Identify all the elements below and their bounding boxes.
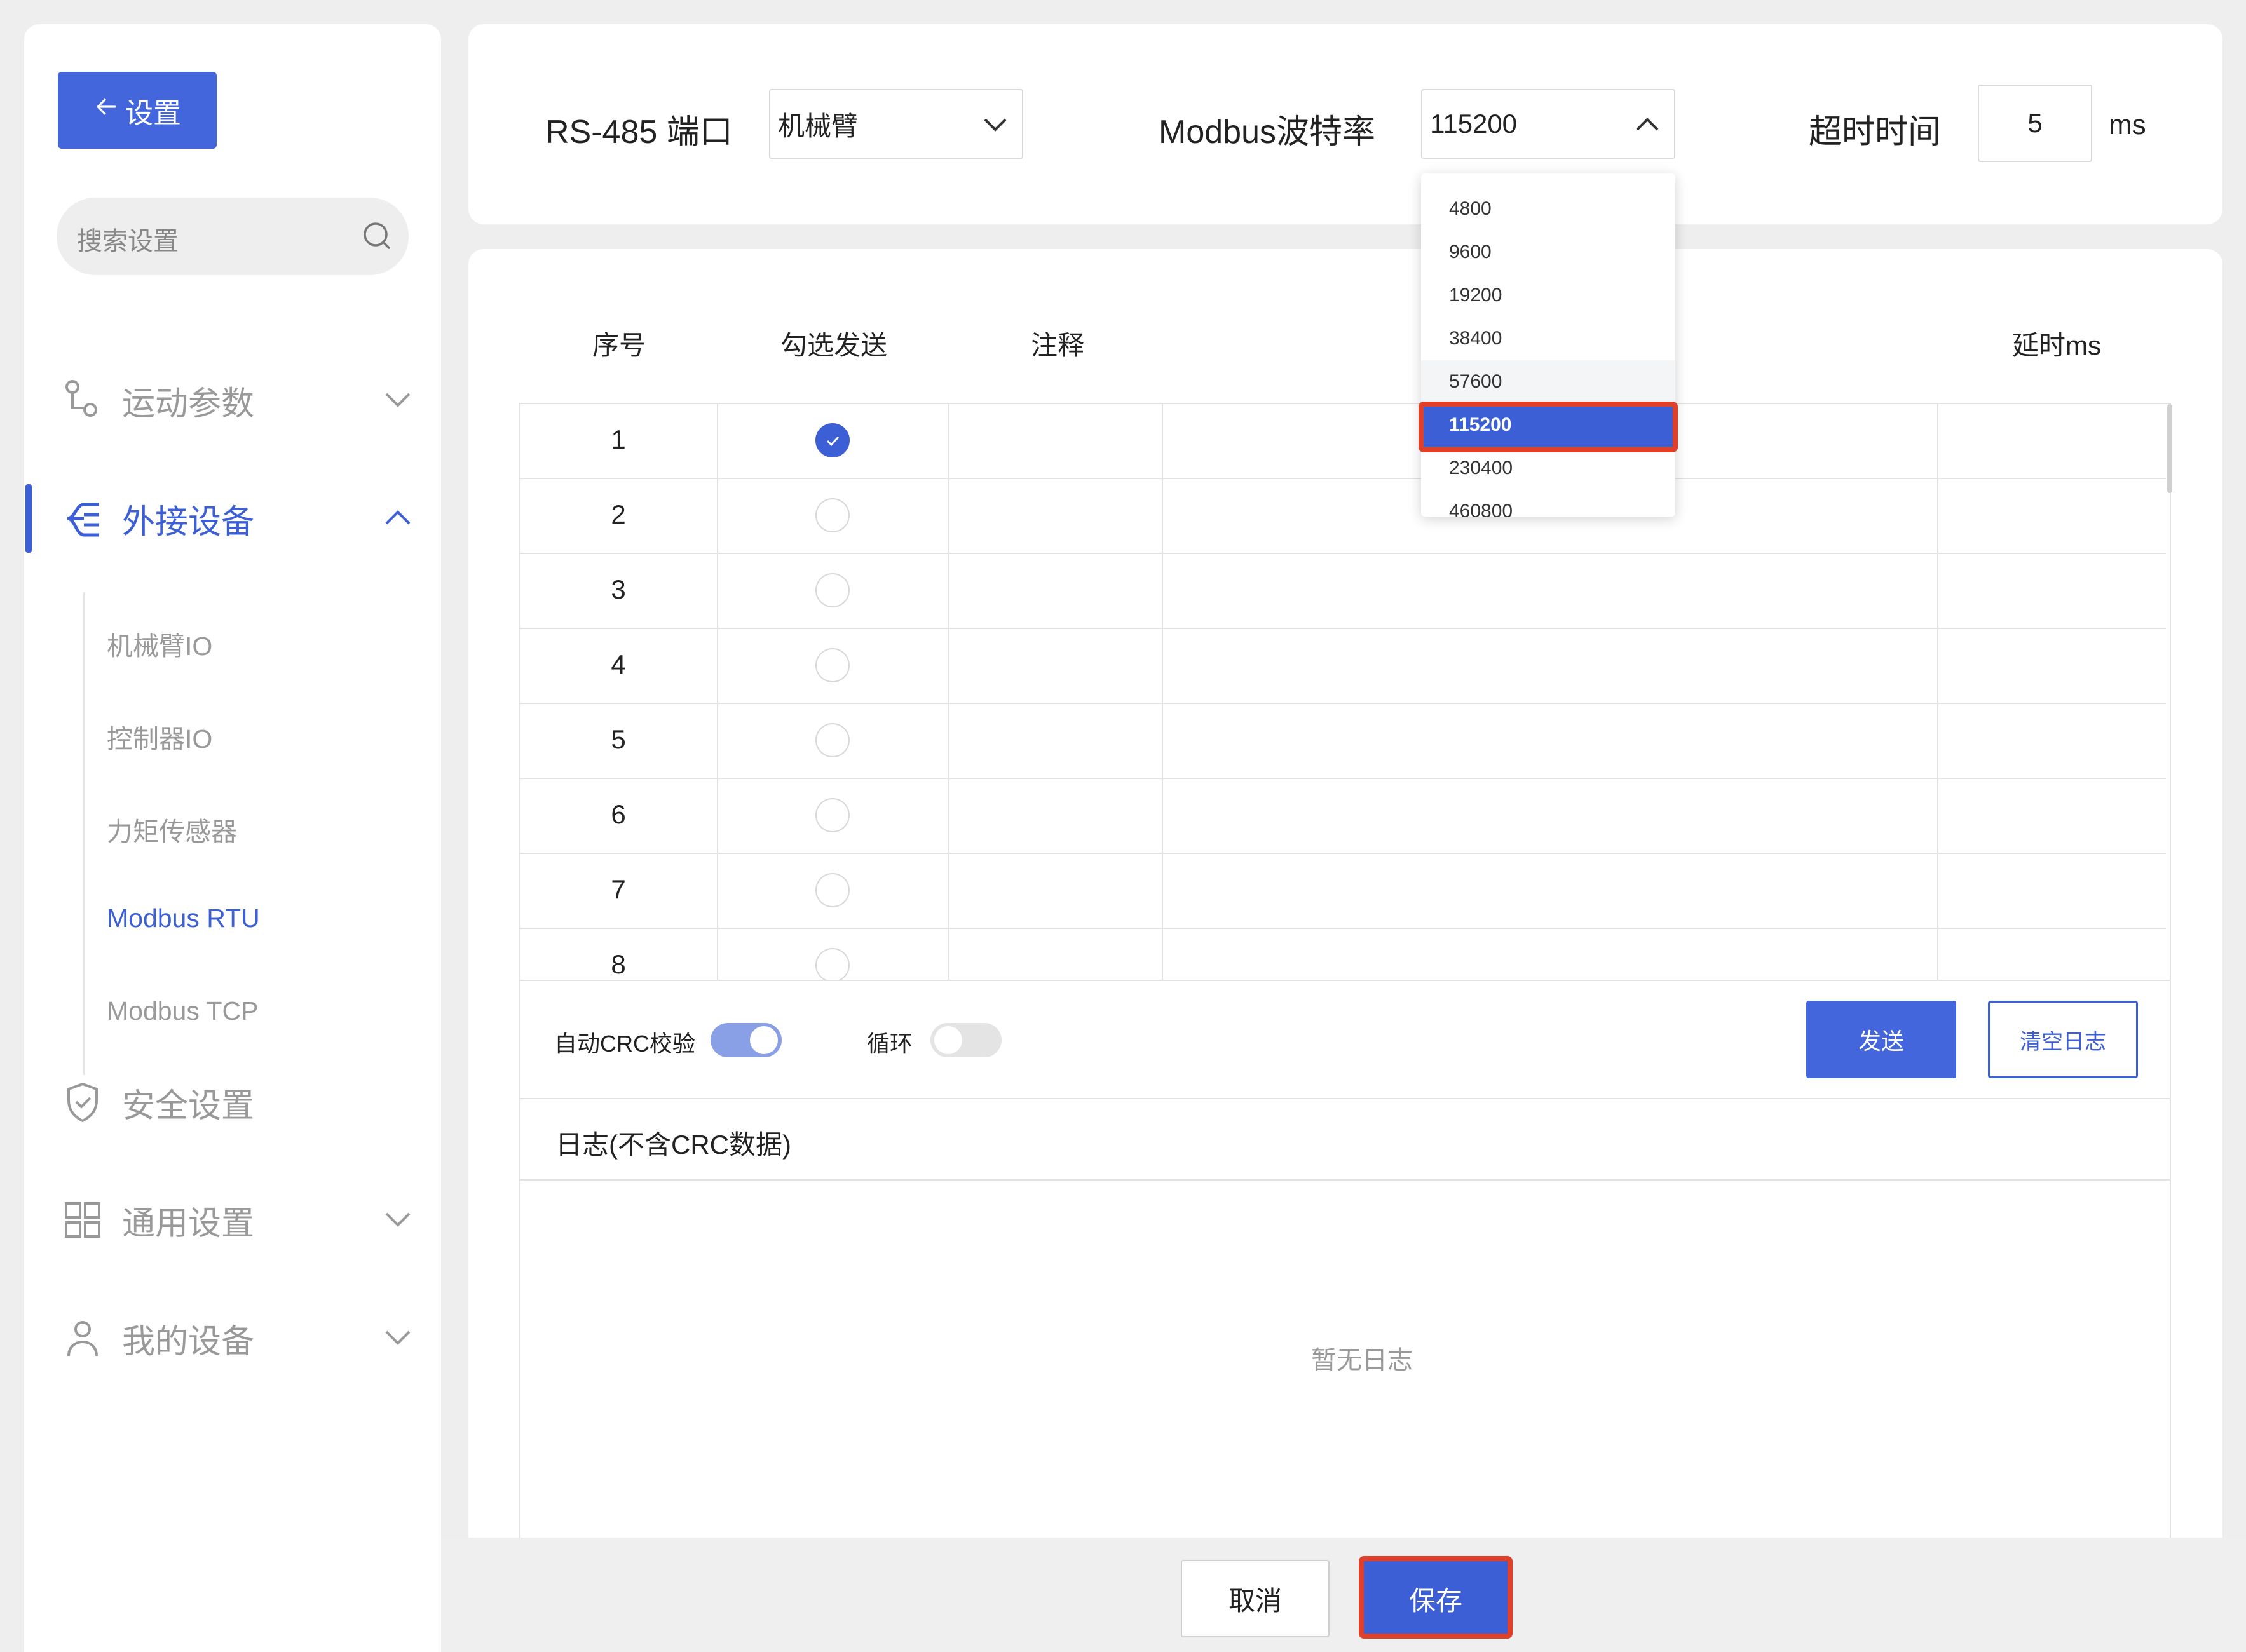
user-icon [67,1321,98,1357]
send-check-radio[interactable] [815,798,850,832]
row-index: 2 [611,499,626,529]
send-check-radio[interactable] [815,423,850,457]
nav-safety-settings[interactable]: 安全设置 [62,1077,254,1128]
baud-option[interactable]: 57600 [1421,360,1675,403]
nav-my-devices[interactable]: 我的设备 [62,1313,254,1364]
back-to-settings-button[interactable]: 设置 [58,72,217,149]
baud-option[interactable]: 4800 [1421,187,1675,231]
header-check-send: 勾选发送 [780,330,888,360]
sub-item-controller-io[interactable]: 控制器IO [107,717,212,755]
baud-option[interactable]: 38400 [1421,317,1675,360]
grid-icon [65,1202,100,1238]
send-check-radio[interactable] [815,648,850,682]
baud-option[interactable]: 230400 [1421,447,1675,490]
send-check-radio[interactable] [815,498,850,532]
motion-params-icon [65,380,97,417]
auto-crc-toggle[interactable] [711,1023,782,1057]
nav-label: 外接设备 [122,503,255,541]
sub-item-modbus-rtu[interactable]: Modbus RTU [107,904,260,933]
shield-icon [67,1082,98,1123]
port-value: 机械臂 [778,111,859,141]
chevron-down-icon[interactable] [384,1210,412,1229]
sub-item-modbus-tcp[interactable]: Modbus TCP [107,996,259,1026]
sub-item-arm-io[interactable]: 机械臂IO [107,625,212,663]
chevron-down-icon [984,118,1007,132]
log-title: 日志(不含CRC数据) [555,1130,791,1160]
cancel-button[interactable]: 取消 [1181,1560,1330,1637]
command-table: 1 2 3 4 5 6 7 8 [519,403,2171,981]
row-index: 1 [611,424,626,454]
back-button-label: 设置 [125,97,181,129]
nav-motion-params[interactable]: 运动参数 [62,375,254,426]
row-index: 4 [611,649,626,679]
search-input[interactable]: 搜索设置 [57,198,409,275]
send-check-radio[interactable] [815,948,850,980]
row-index: 6 [611,799,626,829]
send-check-radio[interactable] [815,723,850,757]
save-button-highlight [1359,1556,1513,1639]
nav-external-devices[interactable]: 外接设备 [62,493,254,544]
nav-general-settings[interactable]: 通用设置 [62,1195,254,1245]
timeout-value: 5 [2027,108,2043,138]
row-index: 8 [611,949,626,979]
chevron-up-icon [1636,118,1659,131]
baud-value: 115200 [1430,109,1518,139]
loop-label: 循环 [867,1031,913,1057]
timeout-unit: ms [2109,109,2146,140]
loop-toggle[interactable] [930,1023,1002,1057]
port-select[interactable]: 机械臂 [769,89,1023,159]
row-index: 5 [611,724,626,754]
row-index: 7 [611,874,626,904]
sub-item-torque-sensor[interactable]: 力矩传感器 [107,810,237,848]
search-placeholder: 搜索设置 [77,227,179,255]
nav-label: 我的设备 [122,1323,255,1360]
baud-option[interactable]: 9600 [1421,231,1675,274]
footer-bar [441,1538,2246,1652]
baud-label: Modbus波特率 [1159,114,1375,151]
submenu-guide-line [83,592,85,1075]
baud-select[interactable]: 115200 [1421,89,1675,159]
arrow-left-icon [93,94,119,126]
clear-log-button[interactable]: 清空日志 [1988,1001,2138,1078]
check-icon [826,436,840,447]
nav-label: 通用设置 [122,1205,255,1242]
external-devices-icon [67,503,99,537]
baud-dropdown: 4800 9600 19200 38400 57600 115200 230400 46080… [1421,173,1675,517]
port-label: RS-485 端口 [545,114,733,151]
header-note: 注释 [1031,330,1085,360]
header-delay: 延时ms [2012,330,2101,360]
row-index: 3 [611,574,626,604]
log-empty-text: 暂无日志 [1311,1346,1413,1374]
chevron-down-icon[interactable] [384,390,412,409]
send-button[interactable]: 发送 [1806,1001,1956,1078]
baud-option[interactable]: 460800 [1421,490,1675,517]
baud-option[interactable]: 19200 [1421,274,1675,317]
log-header: 日志(不含CRC数据) [519,1099,2171,1181]
nav-label: 安全设置 [122,1087,255,1125]
send-check-radio[interactable] [815,573,850,607]
chevron-up-icon[interactable] [384,508,412,527]
header-index: 序号 [592,330,646,360]
table-scrollbar[interactable] [2167,404,2172,493]
selected-option-highlight [1419,402,1678,452]
nav-label: 运动参数 [122,385,255,423]
send-check-radio[interactable] [815,873,850,907]
timeout-label: 超时时间 [1809,114,1942,151]
active-indicator [25,484,32,553]
search-icon [364,222,390,249]
timeout-input[interactable]: 5 [1978,85,2092,162]
chevron-down-icon[interactable] [384,1328,412,1347]
auto-crc-label: 自动CRC校验 [554,1031,695,1057]
